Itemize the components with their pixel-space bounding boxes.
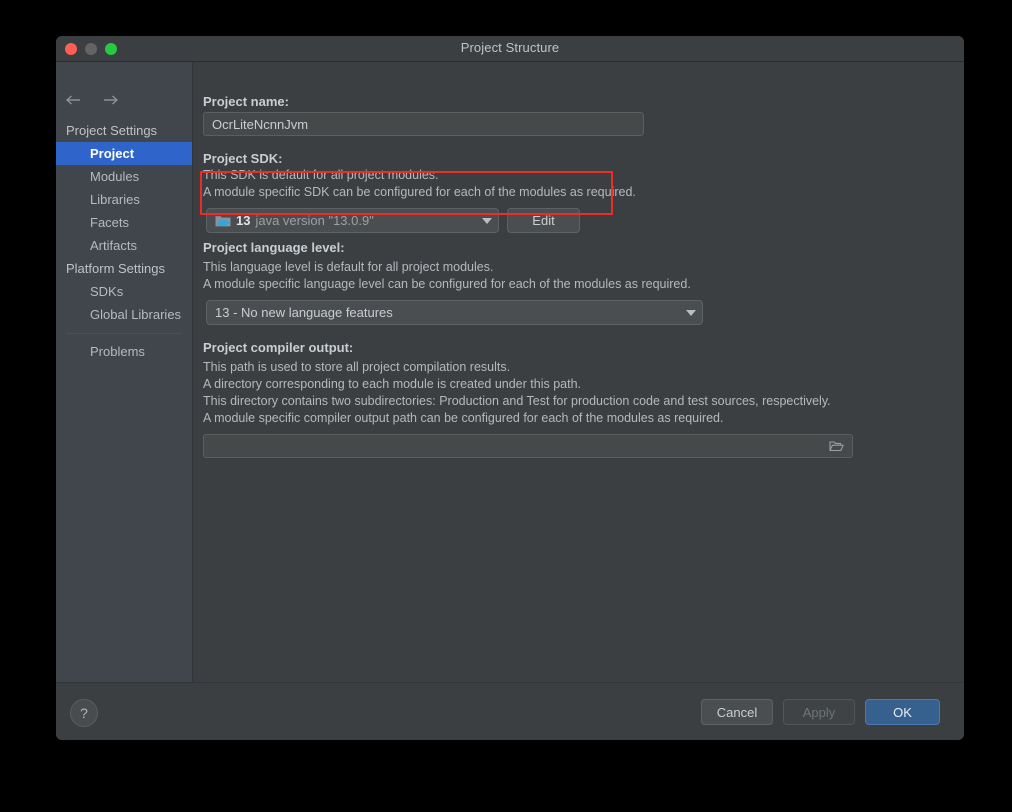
project-structure-dialog: Project Structure Project Settings Proje…: [56, 36, 964, 740]
chevron-down-icon-language[interactable]: [686, 309, 696, 316]
help-button[interactable]: ?: [70, 699, 98, 727]
project-sdk-desc-2: A module specific SDK can be configured …: [203, 185, 636, 199]
chevron-down-icon[interactable]: [482, 217, 492, 224]
sidebar-item-modules[interactable]: Modules: [56, 165, 192, 188]
sidebar-item-project-settings: Project Settings: [66, 123, 158, 138]
sidebar-item-artifacts[interactable]: Artifacts: [56, 234, 192, 257]
edit-sdk-button[interactable]: Edit: [507, 208, 580, 233]
project-name-input[interactable]: OcrLiteNcnnJvm: [203, 112, 644, 136]
sidebar-item-facets[interactable]: Facets: [56, 211, 192, 234]
compiler-output-desc-1: This path is used to store all project c…: [203, 360, 511, 374]
dialog-footer: ? Cancel Apply OK: [56, 682, 964, 740]
sidebar-item-platform-settings: Platform Settings: [66, 261, 165, 276]
nav-arrows: [64, 92, 120, 108]
cancel-button[interactable]: Cancel: [701, 699, 773, 725]
project-sdk-desc-1: This SDK is default for all project modu…: [203, 168, 439, 182]
project-settings-panel: Project name: OcrLiteNcnnJvm Project SDK…: [193, 62, 964, 682]
window-title: Project Structure: [460, 40, 560, 55]
ok-button[interactable]: OK: [865, 699, 940, 725]
project-sdk-version: java version "13.0.9": [255, 213, 374, 228]
sidebar-item-project[interactable]: Project: [56, 142, 192, 165]
forward-arrow-icon[interactable]: [100, 92, 120, 108]
apply-button[interactable]: Apply: [783, 699, 855, 725]
compiler-output-desc-4: A module specific compiler output path c…: [203, 411, 724, 425]
compiler-output-label: Project compiler output:: [203, 340, 354, 355]
sidebar-list: Project Settings Project Modules Librari…: [56, 119, 192, 363]
sidebar-item-libraries[interactable]: Libraries: [56, 188, 192, 211]
title-bar: Project Structure: [56, 36, 964, 62]
sidebar-item-problems[interactable]: Problems: [56, 340, 192, 363]
language-level-value: 13 - No new language features: [215, 305, 393, 320]
compiler-output-input[interactable]: [203, 434, 853, 458]
back-arrow-icon[interactable]: [64, 92, 84, 108]
compiler-output-desc-2: A directory corresponding to each module…: [203, 377, 581, 391]
folder-icon[interactable]: [829, 440, 844, 452]
settings-sidebar: Project Settings Project Modules Librari…: [56, 62, 193, 682]
language-level-desc-1: This language level is default for all p…: [203, 260, 494, 274]
project-sdk-label: Project SDK:: [203, 151, 283, 166]
dialog-body: Project Settings Project Modules Librari…: [56, 62, 964, 682]
language-level-combobox[interactable]: 13 - No new language features: [206, 300, 703, 325]
java-sdk-icon: [215, 214, 231, 228]
screen: Project Structure Project Settings Proje…: [0, 0, 1012, 812]
language-level-label: Project language level:: [203, 240, 345, 255]
language-level-desc-2: A module specific language level can be …: [203, 277, 691, 291]
sidebar-divider: [66, 333, 182, 334]
project-sdk-combobox[interactable]: 13 java version "13.0.9": [206, 208, 499, 233]
project-name-value: OcrLiteNcnnJvm: [212, 116, 309, 132]
compiler-output-desc-3: This directory contains two subdirectori…: [203, 394, 831, 408]
project-sdk-number: 13: [236, 213, 251, 228]
sidebar-item-global-libraries[interactable]: Global Libraries: [56, 303, 192, 326]
project-name-label: Project name:: [203, 94, 289, 109]
sidebar-item-sdks[interactable]: SDKs: [56, 280, 192, 303]
